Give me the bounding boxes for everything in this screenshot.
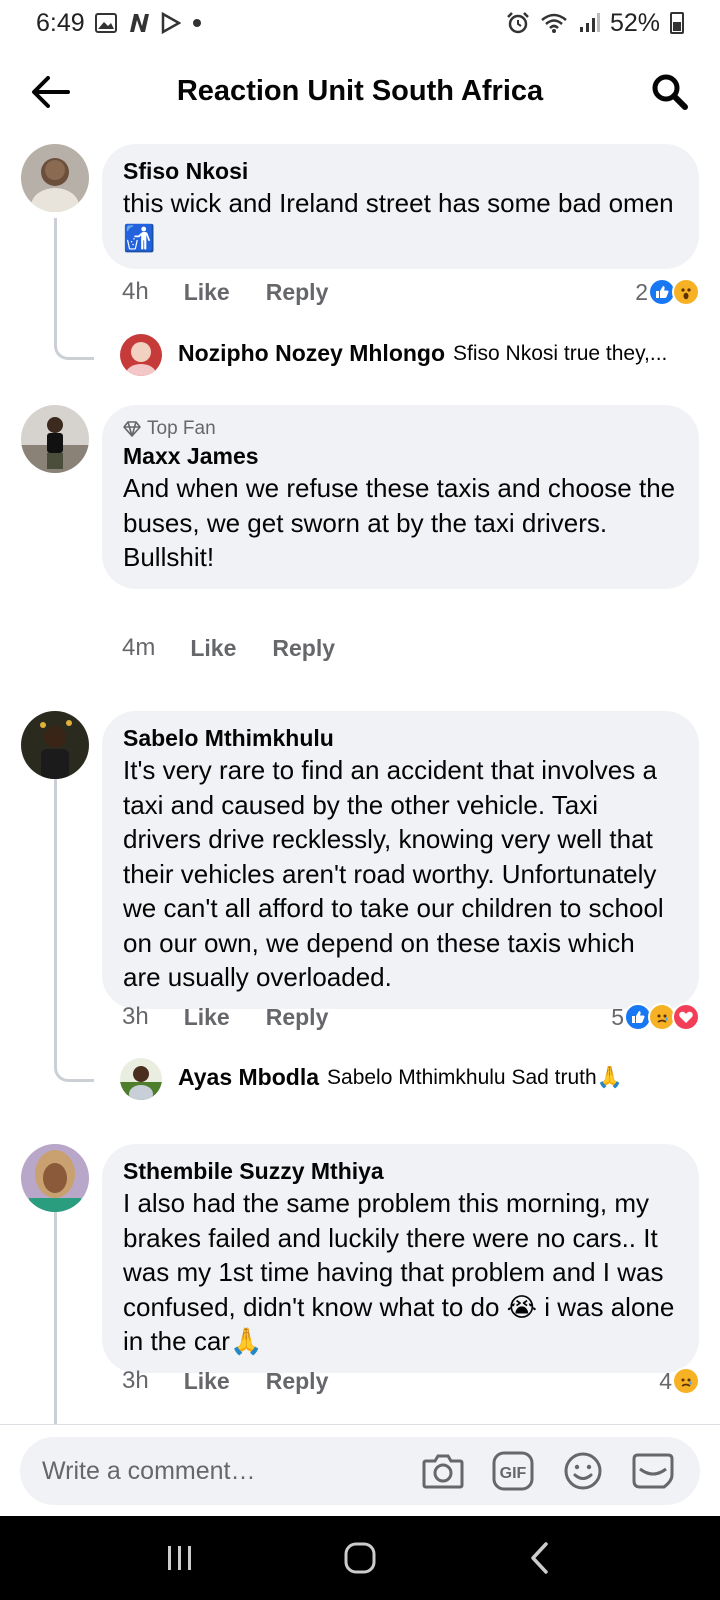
sad-reaction-icon xyxy=(672,1367,700,1395)
search-icon xyxy=(652,74,688,110)
comment-time[interactable]: 4h xyxy=(122,278,149,306)
system-nav-bar xyxy=(0,1516,720,1600)
reaction-summary[interactable]: 5 xyxy=(611,1003,700,1031)
status-right: 52% xyxy=(506,9,684,38)
system-back-button[interactable] xyxy=(510,1528,570,1588)
status-bar: 6:49 52% xyxy=(0,0,720,46)
dot-icon xyxy=(191,17,203,29)
wifi-icon xyxy=(540,12,568,34)
recent-apps-icon xyxy=(168,1546,191,1570)
play-store-icon xyxy=(161,12,181,34)
comment-author[interactable]: Sabelo Mthimkhulu xyxy=(123,723,679,753)
home-icon xyxy=(344,1542,376,1574)
battery-percent: 52% xyxy=(609,8,660,37)
comment-text: And when we refuse these taxis and choos… xyxy=(123,473,676,572)
top-fan-badge: Top Fan xyxy=(123,417,679,441)
avatar[interactable] xyxy=(21,1144,89,1212)
thread-line xyxy=(54,218,57,336)
comment-author[interactable]: Maxx James xyxy=(123,441,679,471)
comment-bubble[interactable]: Sfiso Nkosi this wick and Ireland street… xyxy=(102,144,699,269)
avatar[interactable] xyxy=(21,144,89,212)
top-fan-label: Top Fan xyxy=(147,418,216,439)
love-reaction-icon xyxy=(672,1003,700,1031)
back-arrow-icon xyxy=(32,76,70,108)
signal-icon xyxy=(578,12,600,34)
comment-actions: 4m Like Reply xyxy=(122,634,335,662)
comment-bubble[interactable]: Sthembile Suzzy Mthiya I also had the sa… xyxy=(102,1144,699,1373)
comment-text: It's very rare to find an accident that … xyxy=(123,755,664,992)
thread-line xyxy=(54,772,57,1058)
comment-bubble[interactable]: Sabelo Mthimkhulu It's very rare to find… xyxy=(102,711,699,1009)
reply-text: Sfiso Nkosi true they,... xyxy=(453,341,668,365)
comment-text: I also had the same problem this morning… xyxy=(123,1188,675,1356)
emoji-icon[interactable] xyxy=(560,1448,606,1494)
battery-icon xyxy=(670,12,684,34)
reply-button[interactable]: Reply xyxy=(266,1004,329,1031)
svg-text:GIF: GIF xyxy=(500,1465,527,1482)
comment-author[interactable]: Sfiso Nkosi xyxy=(123,156,679,186)
camera-icon[interactable] xyxy=(420,1448,466,1494)
reply-preview[interactable]: Nozipho Nozey Mhlongo Sfiso Nkosi true t… xyxy=(122,340,667,367)
thread-line xyxy=(54,1205,57,1424)
comment-time[interactable]: 4m xyxy=(122,634,155,662)
diamond-icon xyxy=(123,421,141,437)
like-button[interactable]: Like xyxy=(190,635,236,662)
n-app-icon xyxy=(127,12,151,34)
reaction-summary[interactable]: 2 xyxy=(635,278,700,306)
reply-text: Sabelo Mthimkhulu Sad truth🙏 xyxy=(327,1065,623,1089)
reaction-count: 2 xyxy=(635,278,648,305)
comment-bubble[interactable]: Top Fan Maxx James And when we refuse th… xyxy=(102,405,699,589)
thread-connector xyxy=(54,336,94,360)
header: Reaction Unit South Africa xyxy=(0,56,720,126)
reaction-count: 4 xyxy=(659,1367,672,1394)
reply-author[interactable]: Nozipho Nozey Mhlongo xyxy=(178,340,445,367)
recent-apps-button[interactable] xyxy=(150,1528,210,1588)
like-button[interactable]: Like xyxy=(184,1004,230,1031)
comment-input[interactable]: Write a comment… xyxy=(42,1457,420,1486)
comment-actions: 4h Like Reply xyxy=(122,278,328,306)
comment-time[interactable]: 3h xyxy=(122,1003,149,1031)
thread-connector xyxy=(54,1058,94,1082)
comment-composer-bar: Write a comment… GIF xyxy=(0,1424,720,1516)
alarm-icon xyxy=(506,11,530,35)
comment-time[interactable]: 3h xyxy=(122,1367,149,1395)
reply-button[interactable]: Reply xyxy=(266,279,329,306)
sticker-icon[interactable] xyxy=(630,1448,676,1494)
page-title: Reaction Unit South Africa xyxy=(176,74,544,107)
reaction-summary[interactable]: 4 xyxy=(659,1367,700,1395)
status-left: 6:49 xyxy=(36,9,203,38)
wow-reaction-icon xyxy=(672,278,700,306)
reply-button[interactable]: Reply xyxy=(266,1368,329,1395)
avatar[interactable] xyxy=(21,405,89,473)
gif-icon[interactable]: GIF xyxy=(490,1448,536,1494)
avatar[interactable] xyxy=(21,711,89,779)
reply-button[interactable]: Reply xyxy=(272,635,335,662)
back-button[interactable] xyxy=(26,68,74,116)
comment-actions: 3h Like Reply xyxy=(122,1367,328,1395)
comment-composer[interactable]: Write a comment… GIF xyxy=(20,1437,700,1505)
reply-author[interactable]: Ayas Mbodla xyxy=(178,1064,319,1091)
reaction-count: 5 xyxy=(611,1003,624,1030)
status-time: 6:49 xyxy=(36,8,85,37)
like-button[interactable]: Like xyxy=(184,1368,230,1395)
comment-text: this wick and Ireland street has some ba… xyxy=(123,188,674,253)
comment-author[interactable]: Sthembile Suzzy Mthiya xyxy=(123,1156,679,1186)
reply-preview[interactable]: Ayas Mbodla Sabelo Mthimkhulu Sad truth🙏 xyxy=(122,1064,623,1091)
comment-actions: 3h Like Reply xyxy=(122,1003,328,1031)
search-button[interactable] xyxy=(646,68,694,116)
chevron-left-icon xyxy=(531,1542,548,1574)
gallery-icon xyxy=(94,13,117,33)
like-button[interactable]: Like xyxy=(184,279,230,306)
home-button[interactable] xyxy=(330,1528,390,1588)
